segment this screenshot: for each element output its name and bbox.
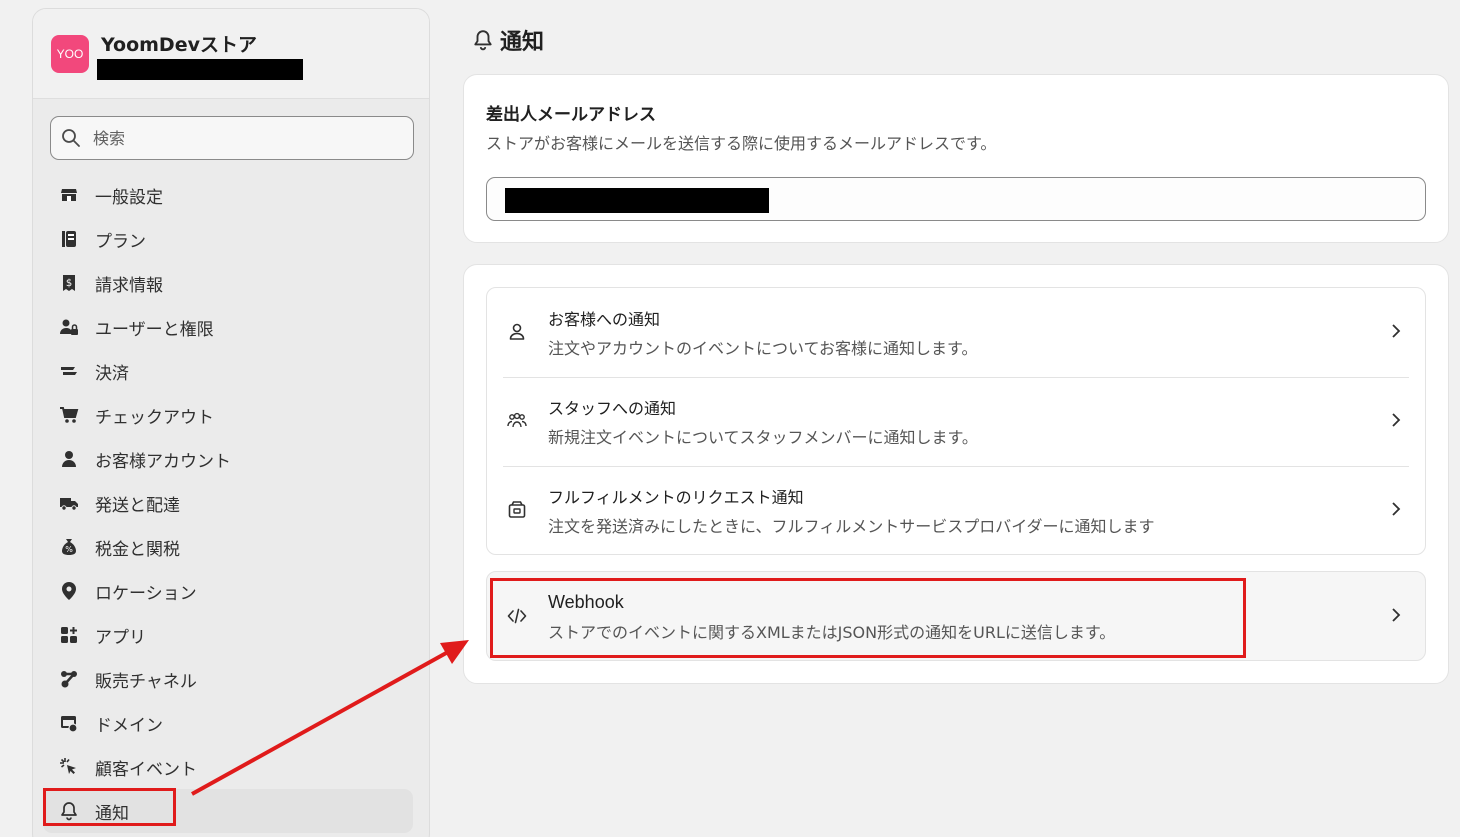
sidebar-item-label: お客様アカウント — [95, 451, 231, 472]
customer-notifications-row[interactable]: お客様への通知 注文やアカウントのイベントについてお客様に通知します。 — [487, 288, 1425, 377]
person-icon — [59, 449, 79, 469]
highlight-box-webhook — [490, 578, 1246, 658]
cursor-click-icon — [59, 757, 79, 777]
sidebar-item-payments[interactable]: 決済 — [43, 349, 413, 393]
chevron-right-icon — [1392, 608, 1401, 622]
sidebar-item-label: 顧客イベント — [95, 759, 197, 780]
sidebar-item-label: ユーザーと権限 — [95, 319, 214, 340]
sidebar-item-label: アプリ — [95, 627, 146, 648]
bell-icon — [474, 30, 492, 51]
sidebar-item-billing[interactable]: $ 請求情報 — [43, 261, 413, 305]
people-icon — [507, 412, 527, 428]
settings-nav: 一般設定 プラン $ 請求情報 ユーザーと権限 決済 チェックアウト お客様アカ… — [43, 173, 413, 833]
search-box[interactable] — [50, 116, 414, 160]
highlight-box-notifications — [43, 788, 176, 826]
tax-icon: % — [59, 537, 79, 557]
sender-email-card: 差出人メールアドレス ストアがお客様にメールを送信する際に使用するメールアドレス… — [463, 74, 1449, 243]
chevron-right-icon — [1392, 502, 1401, 516]
sidebar-item-users[interactable]: ユーザーと権限 — [43, 305, 413, 349]
apps-icon — [59, 625, 79, 645]
sidebar-item-taxes[interactable]: % 税金と関税 — [43, 525, 413, 569]
store-icon — [59, 185, 79, 205]
sidebar-item-label: プラン — [95, 231, 146, 252]
notification-list: お客様への通知 注文やアカウントのイベントについてお客様に通知します。 スタッフ… — [486, 287, 1426, 555]
sidebar-item-apps[interactable]: アプリ — [43, 613, 413, 657]
sidebar-item-label: 販売チャネル — [95, 671, 197, 692]
person-outline-icon — [509, 323, 525, 340]
sidebar-item-plan[interactable]: プラン — [43, 217, 413, 261]
fulfillment-notifications-row[interactable]: フルフィルメントのリクエスト通知 注文を発送済みにしたときに、フルフィルメントサ… — [487, 466, 1425, 554]
search-input[interactable] — [93, 128, 393, 148]
settings-sidebar: YOO YoomDevストア 一般設定 プラン $ 請求情報 — [32, 8, 430, 837]
sidebar-item-customer-events[interactable]: 顧客イベント — [43, 745, 413, 789]
sidebar-item-checkout[interactable]: チェックアウト — [43, 393, 413, 437]
notification-description: 注文を発送済みにしたときに、フルフィルメントサービスプロバイダーに通知します — [548, 517, 1155, 536]
sidebar-item-general[interactable]: 一般設定 — [43, 173, 413, 217]
receipt-dollar-icon: $ — [59, 273, 79, 293]
cart-icon — [59, 405, 79, 425]
search-icon — [62, 129, 80, 147]
sidebar-item-label: ドメイン — [95, 715, 163, 736]
sidebar-item-label: 税金と関税 — [95, 539, 180, 560]
sidebar-item-label: 発送と配達 — [95, 495, 180, 516]
sidebar-item-label: 一般設定 — [95, 187, 163, 208]
redacted-email-value — [505, 188, 769, 213]
sidebar-item-domains[interactable]: ドメイン — [43, 701, 413, 745]
sidebar-item-label: 請求情報 — [95, 275, 163, 296]
sidebar-item-sales-channels[interactable]: 販売チャネル — [43, 657, 413, 701]
svg-text:%: % — [65, 545, 73, 554]
sidebar-item-label: ロケーション — [95, 583, 197, 604]
sidebar-item-customer-accounts[interactable]: お客様アカウント — [43, 437, 413, 481]
sidebar-item-label: 決済 — [95, 363, 129, 384]
sales-channel-icon — [59, 669, 79, 689]
store-name: YoomDevストア — [101, 34, 257, 56]
sender-email-title: 差出人メールアドレス — [486, 105, 656, 125]
notification-description: 新規注文イベントについてスタッフメンバーに通知します。 — [548, 428, 978, 447]
notification-title: お客様への通知 — [548, 310, 661, 329]
sender-email-description: ストアがお客様にメールを送信する際に使用するメールアドレスです。 — [486, 134, 997, 153]
redacted-store-email — [97, 59, 303, 80]
plan-icon — [59, 229, 79, 249]
notification-title: フルフィルメントのリクエスト通知 — [548, 488, 804, 507]
fulfillment-box-icon — [508, 501, 526, 518]
store-header[interactable]: YOO YoomDevストア — [33, 9, 429, 99]
sidebar-item-locations[interactable]: ロケーション — [43, 569, 413, 613]
person-lock-icon — [59, 317, 79, 337]
location-pin-icon — [59, 581, 79, 601]
notification-title: スタッフへの通知 — [548, 399, 677, 418]
store-logo: YOO — [51, 35, 89, 73]
chevron-right-icon — [1392, 324, 1401, 338]
truck-icon — [59, 493, 79, 513]
chevron-right-icon — [1392, 413, 1401, 427]
notification-description: 注文やアカウントのイベントについてお客様に通知します。 — [548, 339, 978, 358]
domain-icon — [59, 713, 79, 733]
sidebar-item-shipping[interactable]: 発送と配達 — [43, 481, 413, 525]
svg-text:$: $ — [66, 278, 72, 289]
sidebar-item-label: チェックアウト — [95, 407, 214, 428]
page-title-text: 通知 — [500, 30, 545, 55]
sender-email-field[interactable] — [486, 177, 1426, 221]
staff-notifications-row[interactable]: スタッフへの通知 新規注文イベントについてスタッフメンバーに通知します。 — [487, 377, 1425, 466]
payment-icon — [59, 361, 79, 381]
page-title: 通知 — [472, 24, 544, 56]
